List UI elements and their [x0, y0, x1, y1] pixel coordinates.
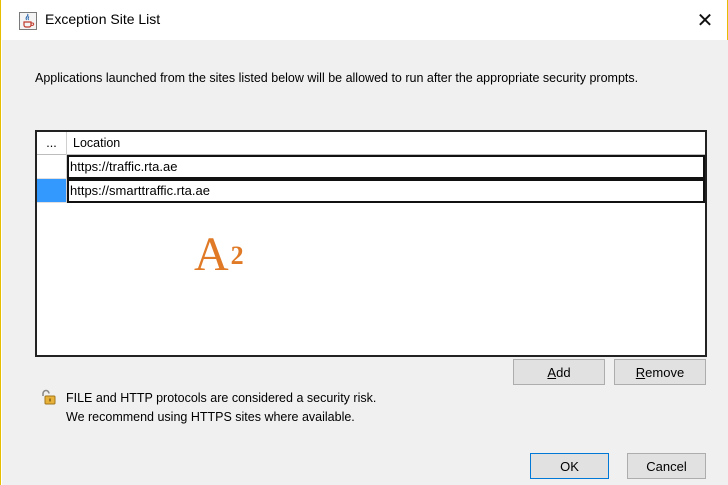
watermark-label: A2: [194, 227, 244, 282]
table-header: ... Location: [37, 132, 705, 155]
column-header-checkbox[interactable]: ...: [37, 132, 67, 155]
exception-site-table[interactable]: ... Location https://traffic.rta.ae http…: [35, 130, 707, 357]
row-checkbox-cell[interactable]: [37, 179, 67, 203]
title-bar: Exception Site List ✕: [1, 0, 727, 40]
remove-button[interactable]: Remove: [614, 359, 706, 385]
description-text: Applications launched from the sites lis…: [35, 71, 639, 85]
add-button[interactable]: Add: [513, 359, 605, 385]
watermark-letter: A: [194, 228, 229, 281]
close-icon: ✕: [696, 9, 714, 32]
table-row[interactable]: https://traffic.rta.ae: [37, 155, 705, 179]
cancel-button[interactable]: Cancel: [627, 453, 706, 479]
watermark-number: 2: [230, 241, 244, 270]
java-cup-icon: [19, 12, 37, 30]
warning-line-2: We recommend using HTTPS sites where ava…: [66, 410, 355, 424]
table-row-selected[interactable]: https://smarttraffic.rta.ae: [37, 179, 705, 203]
close-button[interactable]: ✕: [683, 0, 727, 40]
warning-line-1: FILE and HTTP protocols are considered a…: [66, 391, 377, 405]
column-header-location[interactable]: Location: [73, 132, 120, 155]
security-warning-text: FILE and HTTP protocols are considered a…: [66, 389, 376, 427]
row-checkbox-cell[interactable]: [37, 155, 67, 179]
location-cell[interactable]: https://traffic.rta.ae: [67, 155, 705, 179]
add-button-mnemonic: A: [547, 364, 557, 380]
dialog-title: Exception Site List: [45, 11, 161, 27]
remove-button-label: emove: [645, 364, 685, 380]
add-button-label: dd: [556, 364, 571, 380]
ok-button[interactable]: OK: [530, 453, 609, 479]
unlocked-padlock-icon: [40, 389, 56, 405]
remove-button-mnemonic: R: [635, 364, 646, 380]
exception-site-list-dialog: Exception Site List ✕ Applications launc…: [0, 0, 728, 485]
location-cell[interactable]: https://smarttraffic.rta.ae: [67, 179, 705, 203]
dialog-content: Applications launched from the sites lis…: [2, 40, 728, 485]
